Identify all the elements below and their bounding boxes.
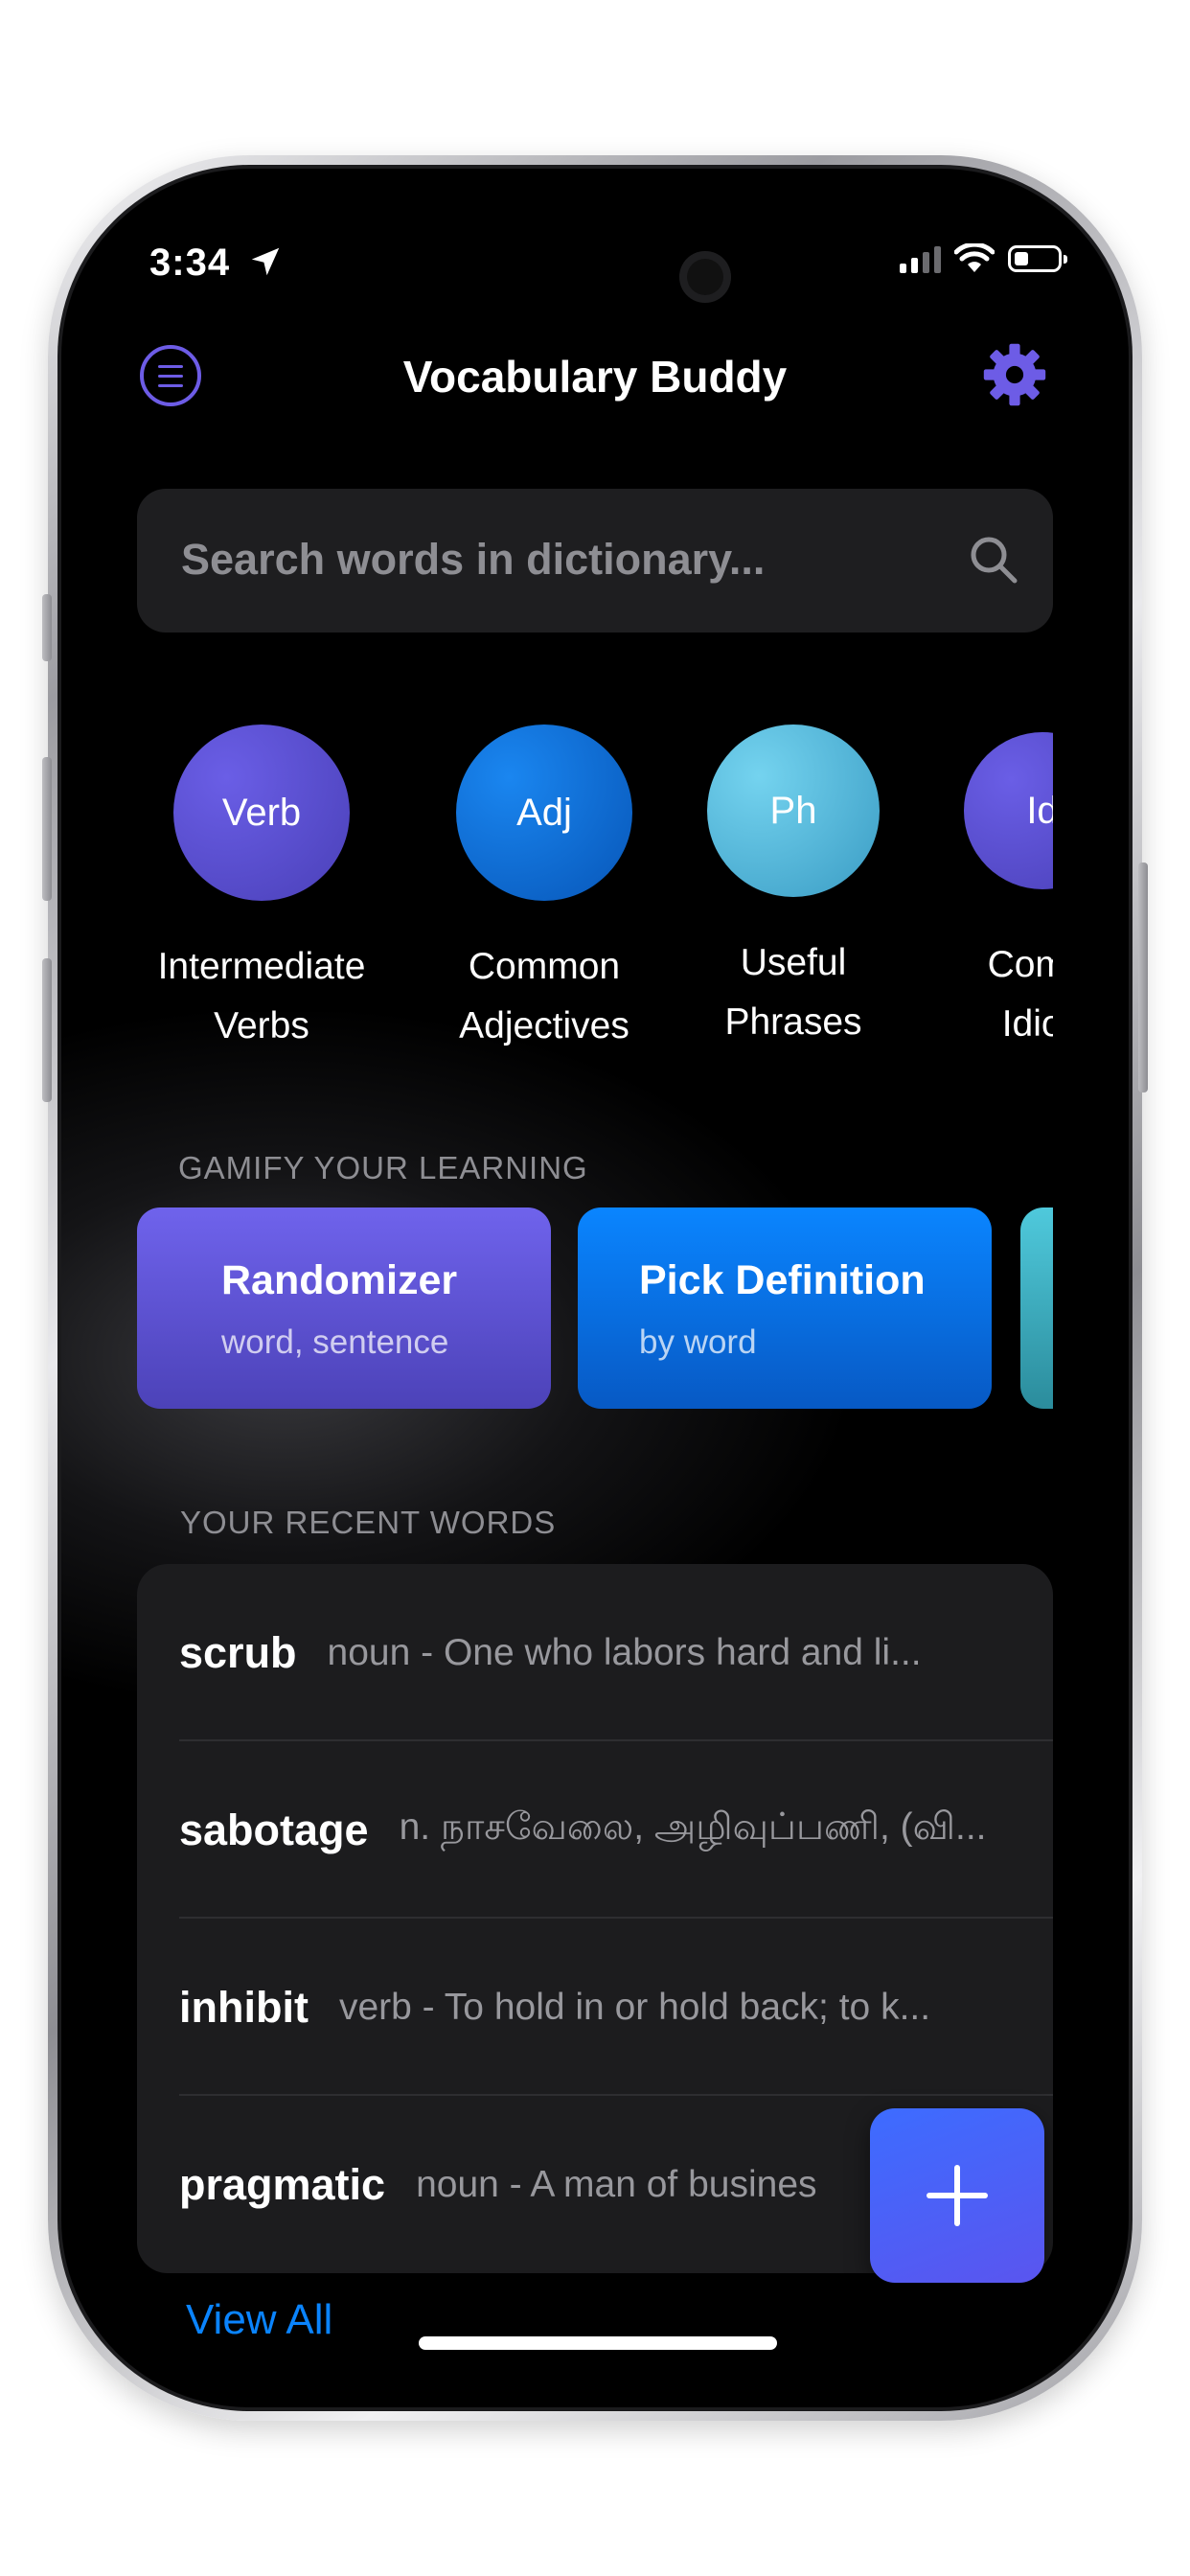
- pick-definition-card[interactable]: Pick Definition by word: [578, 1208, 992, 1409]
- power-button: [1138, 862, 1148, 1092]
- word-definition: noun - A man of busines: [416, 2163, 817, 2205]
- cellular-signal-icon: [900, 244, 941, 273]
- game-subtitle: by word: [639, 1323, 757, 1361]
- game-carousel[interactable]: Randomizer word, sentence Pick Definitio…: [137, 1208, 1053, 1409]
- search-bar[interactable]: Search words in dictionary...: [137, 489, 1053, 632]
- category-badge: Id: [964, 732, 1053, 889]
- search-icon[interactable]: [967, 533, 1020, 586]
- wifi-icon: [954, 243, 995, 272]
- category-label: Useful Phrases: [724, 942, 862, 1043]
- word-text: pragmatic: [179, 2159, 386, 2209]
- front-camera: [679, 251, 731, 303]
- category-badge: Verb: [173, 724, 350, 901]
- category-label: Common Adjectives: [459, 946, 629, 1046]
- category-badge: Ph: [707, 724, 880, 897]
- category-carousel[interactable]: Verb Intermediate Verbs Adj Common Adjecti…: [137, 724, 1053, 1070]
- category-label: CommIdion: [987, 944, 1053, 1045]
- location-arrow-icon: [251, 247, 280, 276]
- category-common-adjectives[interactable]: Adj Common Adjectives: [420, 724, 669, 1056]
- word-definition: noun - One who labors hard and li...: [327, 1631, 922, 1673]
- list-item[interactable]: sabotage n. நாசவேலை, அழிவுப்பணி, (வி...: [137, 1741, 1053, 1919]
- game-subtitle: word, sentence: [221, 1323, 449, 1361]
- battery-icon: [1008, 245, 1067, 272]
- category-intermediate-verbs[interactable]: Verb Intermediate Verbs: [137, 724, 386, 1056]
- search-input[interactable]: Search words in dictionary...: [181, 535, 765, 585]
- status-time: 3:34: [149, 242, 231, 284]
- gamify-section-title: GAMIFY YOUR LEARNING: [178, 1150, 588, 1185]
- volume-up-button: [42, 757, 52, 901]
- category-common-idioms[interactable]: Id CommIdion: [918, 724, 1053, 1054]
- next-game-card[interactable]: [1020, 1208, 1053, 1409]
- view-all-link[interactable]: View All: [186, 2296, 332, 2344]
- gear-icon[interactable]: [981, 341, 1048, 408]
- word-text: scrub: [179, 1627, 297, 1677]
- word-definition: n. நாசவேலை, அழிவுப்பணி, (வி...: [399, 1806, 987, 1848]
- list-item[interactable]: scrub noun - One who labors hard and li..…: [137, 1564, 1053, 1741]
- status-icons: [900, 243, 1067, 274]
- word-definition: verb - To hold in or hold back; to k...: [338, 1986, 931, 2028]
- word-text: sabotage: [179, 1805, 369, 1854]
- category-label: Intermediate Verbs: [157, 946, 366, 1046]
- randomizer-card[interactable]: Randomizer word, sentence: [137, 1208, 551, 1409]
- word-text: inhibit: [179, 1982, 309, 2032]
- home-indicator[interactable]: [419, 2336, 777, 2350]
- category-badge: Adj: [456, 724, 632, 901]
- category-useful-phrases[interactable]: Ph Useful Phrases: [669, 724, 918, 1052]
- recent-section-title: YOUR RECENT WORDS: [180, 1505, 557, 1540]
- page-title: Vocabulary Buddy: [402, 352, 788, 402]
- list-item[interactable]: inhibit verb - To hold in or hold back; t…: [137, 1919, 1053, 2096]
- volume-down-button: [42, 958, 52, 1102]
- app-screen: 3:34 Vocabulary Buddy Search words in di…: [61, 169, 1129, 2407]
- game-title: Randomizer: [221, 1257, 458, 1303]
- action-button: [42, 594, 52, 661]
- add-word-button[interactable]: [870, 2108, 1044, 2283]
- game-title: Pick Definition: [639, 1257, 926, 1303]
